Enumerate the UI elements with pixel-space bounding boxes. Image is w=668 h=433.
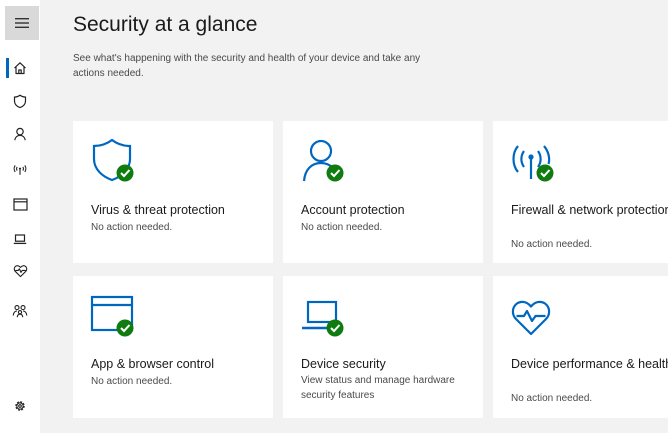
page-title: Security at a glance xyxy=(73,13,258,36)
card-firewall-network-protection[interactable]: Firewall & network protection No action … xyxy=(493,121,668,263)
laptop-check-icon xyxy=(302,300,344,337)
shield-icon xyxy=(13,93,27,108)
antenna-check-icon xyxy=(512,145,554,182)
hamburger-menu-button[interactable] xyxy=(5,6,39,40)
card-title: Firewall & network protection xyxy=(511,203,668,217)
card-status: No action needed. xyxy=(511,239,593,250)
card-device-performance-health[interactable]: Device performance & health No action ne… xyxy=(493,276,668,418)
card-status: No action needed. xyxy=(91,376,173,387)
gear-icon xyxy=(15,401,25,411)
card-status: No action needed. xyxy=(301,222,383,233)
browser-window-icon xyxy=(12,197,28,211)
nav-item-device-security[interactable] xyxy=(0,224,40,254)
home-icon xyxy=(14,62,26,75)
person-check-icon xyxy=(302,139,344,182)
card-virus-threat-protection[interactable]: Virus & threat protection No action need… xyxy=(73,121,273,263)
browser-check-icon xyxy=(90,295,134,337)
windows-security-window: Security at a glance See what's happenin… xyxy=(0,0,668,433)
nav-item-family-options[interactable] xyxy=(0,296,40,326)
card-title: Device performance & health xyxy=(511,357,668,371)
card-title: Device security xyxy=(301,357,386,371)
navigation-rail xyxy=(0,0,40,433)
shield-check-icon xyxy=(92,138,134,182)
card-account-protection[interactable]: Account protection No action needed. xyxy=(283,121,483,263)
main-content: Security at a glance See what's happenin… xyxy=(40,0,668,433)
nav-item-home[interactable] xyxy=(0,53,40,83)
card-device-security[interactable]: Device security View status and manage h… xyxy=(283,276,483,418)
card-title: Virus & threat protection xyxy=(91,203,225,217)
family-icon xyxy=(12,305,28,318)
nav-item-virus-threat-protection[interactable] xyxy=(0,86,40,116)
heart-pulse-icon xyxy=(13,265,27,278)
card-status: View status and manage hardware security… xyxy=(301,375,455,401)
nav-item-app-browser-control[interactable] xyxy=(0,189,40,219)
card-title: App & browser control xyxy=(91,357,214,371)
hamburger-menu-icon xyxy=(15,18,29,28)
page-subtitle: See what's happening with the security a… xyxy=(73,53,421,79)
heart-pulse-icon xyxy=(511,300,551,336)
laptop-icon xyxy=(13,234,27,245)
nav-item-firewall-network[interactable] xyxy=(0,154,40,184)
nav-item-settings[interactable] xyxy=(0,391,40,421)
wifi-antenna-icon xyxy=(13,165,27,175)
card-status: No action needed. xyxy=(511,393,593,404)
person-icon xyxy=(14,127,26,141)
nav-item-account-protection[interactable] xyxy=(0,119,40,149)
card-status: No action needed. xyxy=(91,222,173,233)
card-app-browser-control[interactable]: App & browser control No action needed. xyxy=(73,276,273,418)
nav-item-device-performance[interactable] xyxy=(0,256,40,286)
card-title: Account protection xyxy=(301,203,405,217)
